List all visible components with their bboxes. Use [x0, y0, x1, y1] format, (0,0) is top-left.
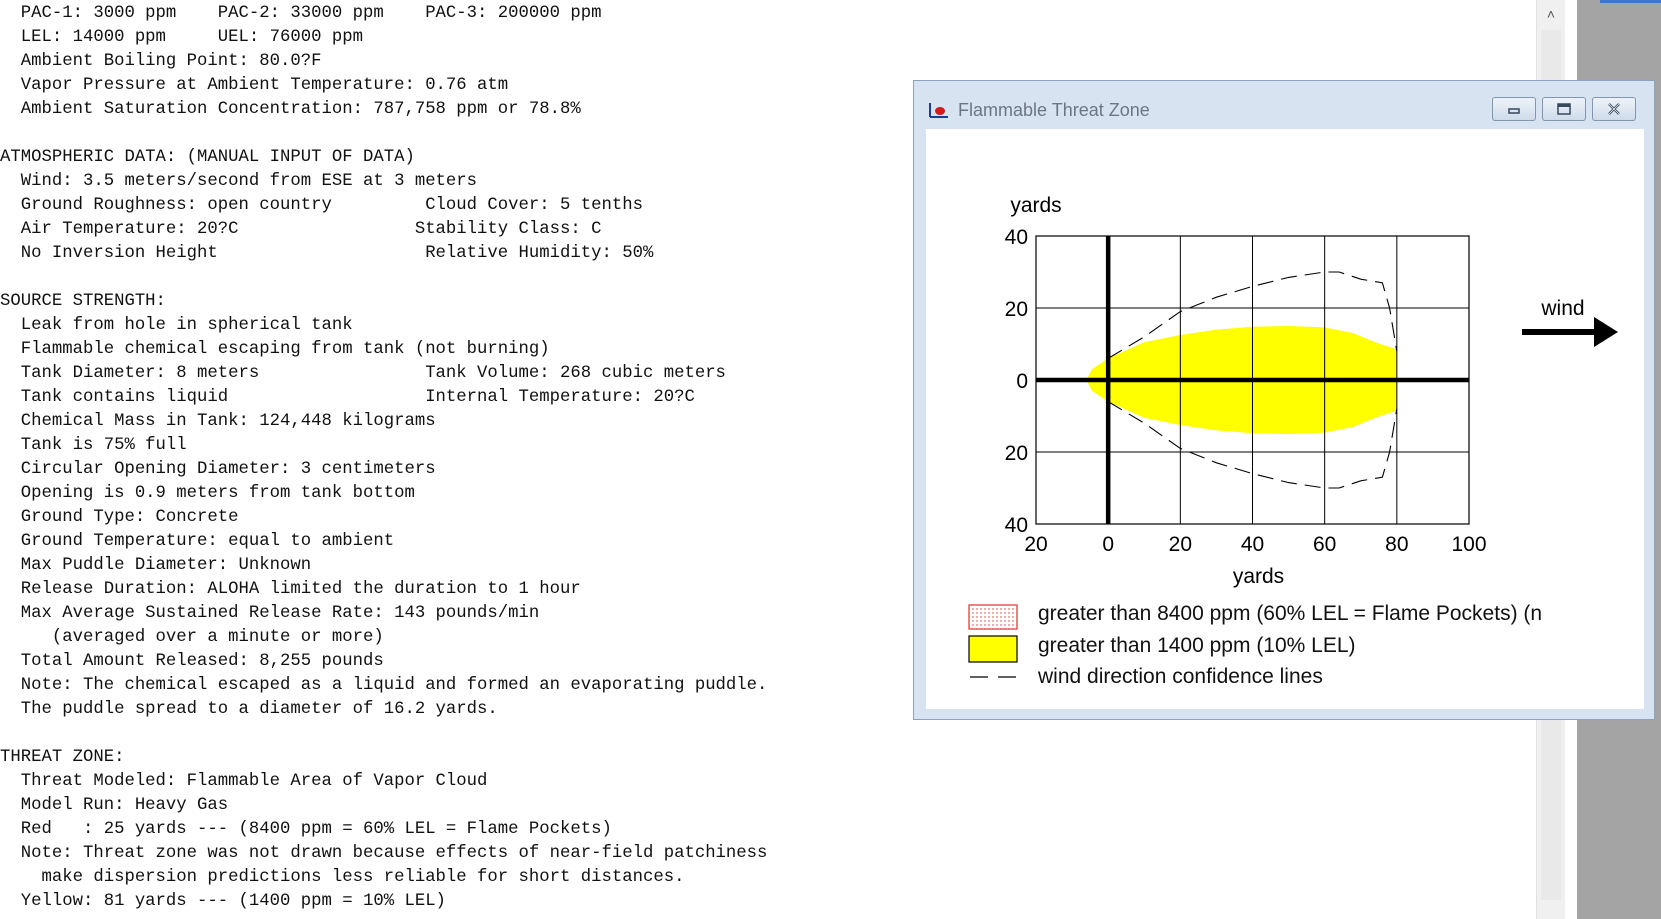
y-tick-label: 0 [1016, 370, 1028, 393]
report-line: Model Run: Heavy Gas [0, 796, 229, 815]
maximize-icon [1557, 103, 1571, 115]
report-line: SOURCE STRENGTH: [0, 292, 166, 311]
report-line: Ground Roughness: open country Cloud Cov… [0, 196, 643, 215]
report-line: Opening is 0.9 meters from tank bottom [0, 484, 415, 503]
report-line: Flammable chemical escaping from tank (n… [0, 340, 550, 359]
legend-swatch-yellow [968, 635, 1018, 663]
legend-label-confidence: wind direction confidence lines [1038, 665, 1323, 688]
report-line: Threat Modeled: Flammable Area of Vapor … [0, 772, 488, 791]
report-line: ATMOSPHERIC DATA: (MANUAL INPUT OF DATA) [0, 148, 415, 167]
report-line: Tank Diameter: 8 meters Tank Volume: 268… [0, 364, 726, 383]
report-line: PAC-1: 3000 ppm PAC-2: 33000 ppm PAC-3: … [0, 4, 602, 23]
legend-swatch-red [968, 604, 1018, 630]
report-line: Ambient Boiling Point: 80.0?F [0, 52, 322, 71]
report-line: LEL: 14000 ppm UEL: 76000 ppm [0, 28, 363, 47]
x-tick-label: 60 [1313, 533, 1336, 556]
legend-swatch-dashed [970, 676, 1016, 678]
window-title-bar[interactable]: Flammable Threat Zone [914, 81, 1654, 129]
x-tick-label: 40 [1241, 533, 1264, 556]
x-tick-label: 20 [1169, 533, 1192, 556]
report-line: Vapor Pressure at Ambient Temperature: 0… [0, 76, 509, 95]
x-axis-label: yards [1233, 565, 1284, 588]
y-axis-label: yards [1010, 194, 1061, 217]
threat-zone-plot-area: 20 0 20 40 60 80 100 40 20 0 20 40 yards yards wind gr… [926, 129, 1644, 709]
x-tick-label: 80 [1385, 533, 1408, 556]
report-line: Red : 25 yards --- (8400 ppm = 60% LEL =… [0, 820, 612, 839]
close-icon [1608, 103, 1620, 115]
report-line: Wind: 3.5 meters/second from ESE at 3 me… [0, 172, 478, 191]
report-line: Tank contains liquid Internal Temperatur… [0, 388, 695, 407]
report-line: Note: Threat zone was not drawn because … [0, 844, 768, 863]
wind-label: wind [1540, 297, 1584, 320]
minimize-icon [1508, 108, 1520, 114]
report-line: Chemical Mass in Tank: 124,448 kilograms [0, 412, 436, 431]
wind-arrow-icon [1594, 317, 1618, 347]
report-line: Max Average Sustained Release Rate: 143 … [0, 604, 540, 623]
report-line: No Inversion Height Relative Humidity: 5… [0, 244, 654, 263]
report-line: Leak from hole in spherical tank [0, 316, 353, 335]
report-line: Release Duration: ALOHA limited the dura… [0, 580, 581, 599]
report-line: Air Temperature: 20?C Stability Class: C [0, 220, 602, 239]
report-line: Ground Type: Concrete [0, 508, 239, 527]
report-line: Ground Temperature: equal to ambient [0, 532, 395, 551]
threat-zone-window[interactable]: Flammable Threat Zone 20 0 20 40 60 80 100 40 20… [913, 80, 1655, 720]
report-line: Max Puddle Diameter: Unknown [0, 556, 312, 575]
legend-label-red: greater than 8400 ppm (60% LEL = Flame P… [1038, 602, 1543, 625]
taskbar-accent [1600, 0, 1661, 3]
y-tick-label: 40 [1005, 226, 1028, 249]
report-line: Note: The chemical escaped as a liquid a… [0, 676, 768, 695]
report-line: Tank is 75% full [0, 436, 187, 455]
close-button[interactable] [1592, 97, 1636, 121]
y-tick-label: 20 [1005, 442, 1028, 465]
report-line: Total Amount Released: 8,255 pounds [0, 652, 384, 671]
y-tick-label: 20 [1005, 298, 1028, 321]
report-line: Circular Opening Diameter: 3 centimeters [0, 460, 436, 479]
maximize-button[interactable] [1542, 97, 1586, 121]
x-tick-label: 0 [1102, 533, 1114, 556]
window-title: Flammable Threat Zone [958, 100, 1150, 120]
minimize-button[interactable] [1492, 97, 1536, 121]
report-line: THREAT ZONE: [0, 748, 125, 767]
y-tick-label: 40 [1005, 514, 1028, 537]
report-line: Ambient Saturation Concentration: 787,75… [0, 100, 581, 119]
report-line: The puddle spread to a diameter of 16.2 … [0, 700, 498, 719]
x-tick-label: 100 [1451, 533, 1486, 556]
threat-zone-app-icon [929, 103, 948, 118]
scroll-up-arrow-icon[interactable]: ˄ [1537, 0, 1565, 28]
report-line: make dispersion predictions less reliabl… [0, 868, 685, 887]
report-line: (averaged over a minute or more) [0, 628, 384, 647]
legend-label-yellow: greater than 1400 ppm (10% LEL) [1038, 634, 1356, 657]
report-line: Yellow: 81 yards --- (1400 ppm = 10% LEL… [0, 892, 446, 911]
report-text: PAC-1: 3000 ppm PAC-2: 33000 ppm PAC-3: … [0, 2, 767, 914]
